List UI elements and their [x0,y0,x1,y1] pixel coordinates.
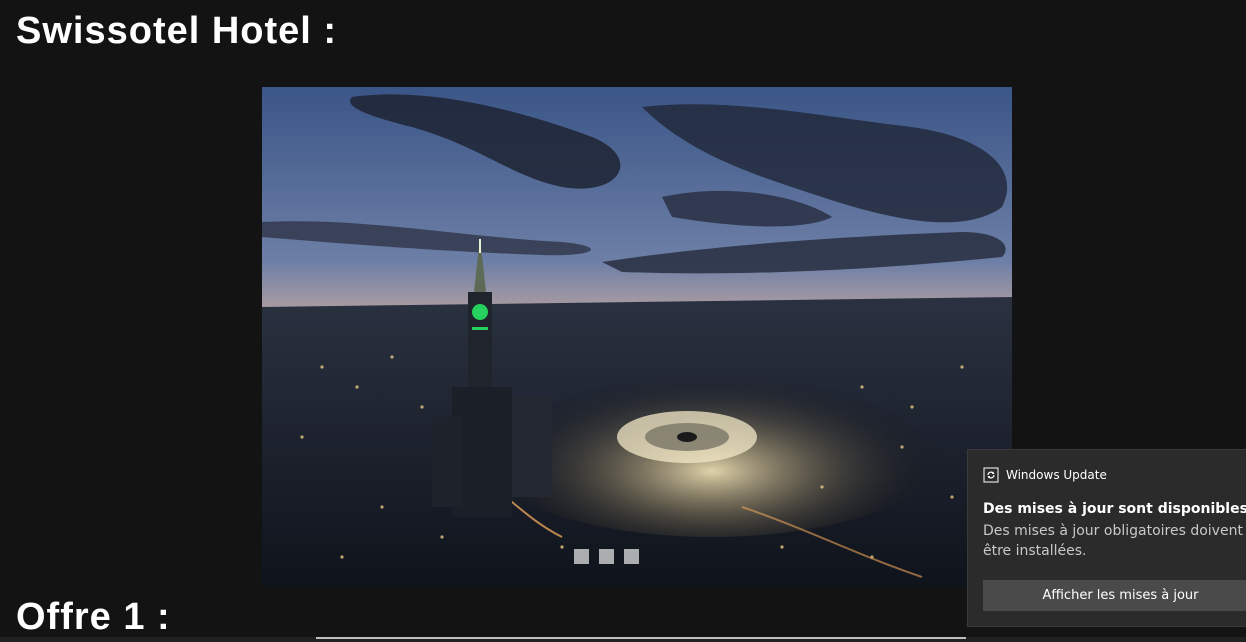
bottom-scroll-edge [0,637,1246,642]
windows-update-toast[interactable]: Windows Update Des mises à jour sont dis… [967,449,1246,627]
horizontal-scrollbar-thumb[interactable] [316,637,966,639]
windows-update-icon [983,467,999,483]
toast-body: Des mises à jour obligatoires doivent êt… [983,523,1243,559]
slideshow-dots [574,549,639,564]
slide-dot-2[interactable] [599,549,614,564]
toast-app-name: Windows Update [1006,468,1107,482]
offer-section-title: Offre 1 : [16,596,171,638]
hotel-image-slideshow[interactable] [262,87,1012,587]
page-title: Swissotel Hotel : [16,10,338,52]
slide-dot-3[interactable] [624,549,639,564]
show-updates-button[interactable]: Afficher les mises à jour [983,580,1246,611]
slide-dot-1[interactable] [574,549,589,564]
toast-title: Des mises à jour sont disponibles [983,501,1246,517]
hotel-photo-mecca-night [262,87,1012,587]
toast-header: Windows Update [983,467,1107,483]
